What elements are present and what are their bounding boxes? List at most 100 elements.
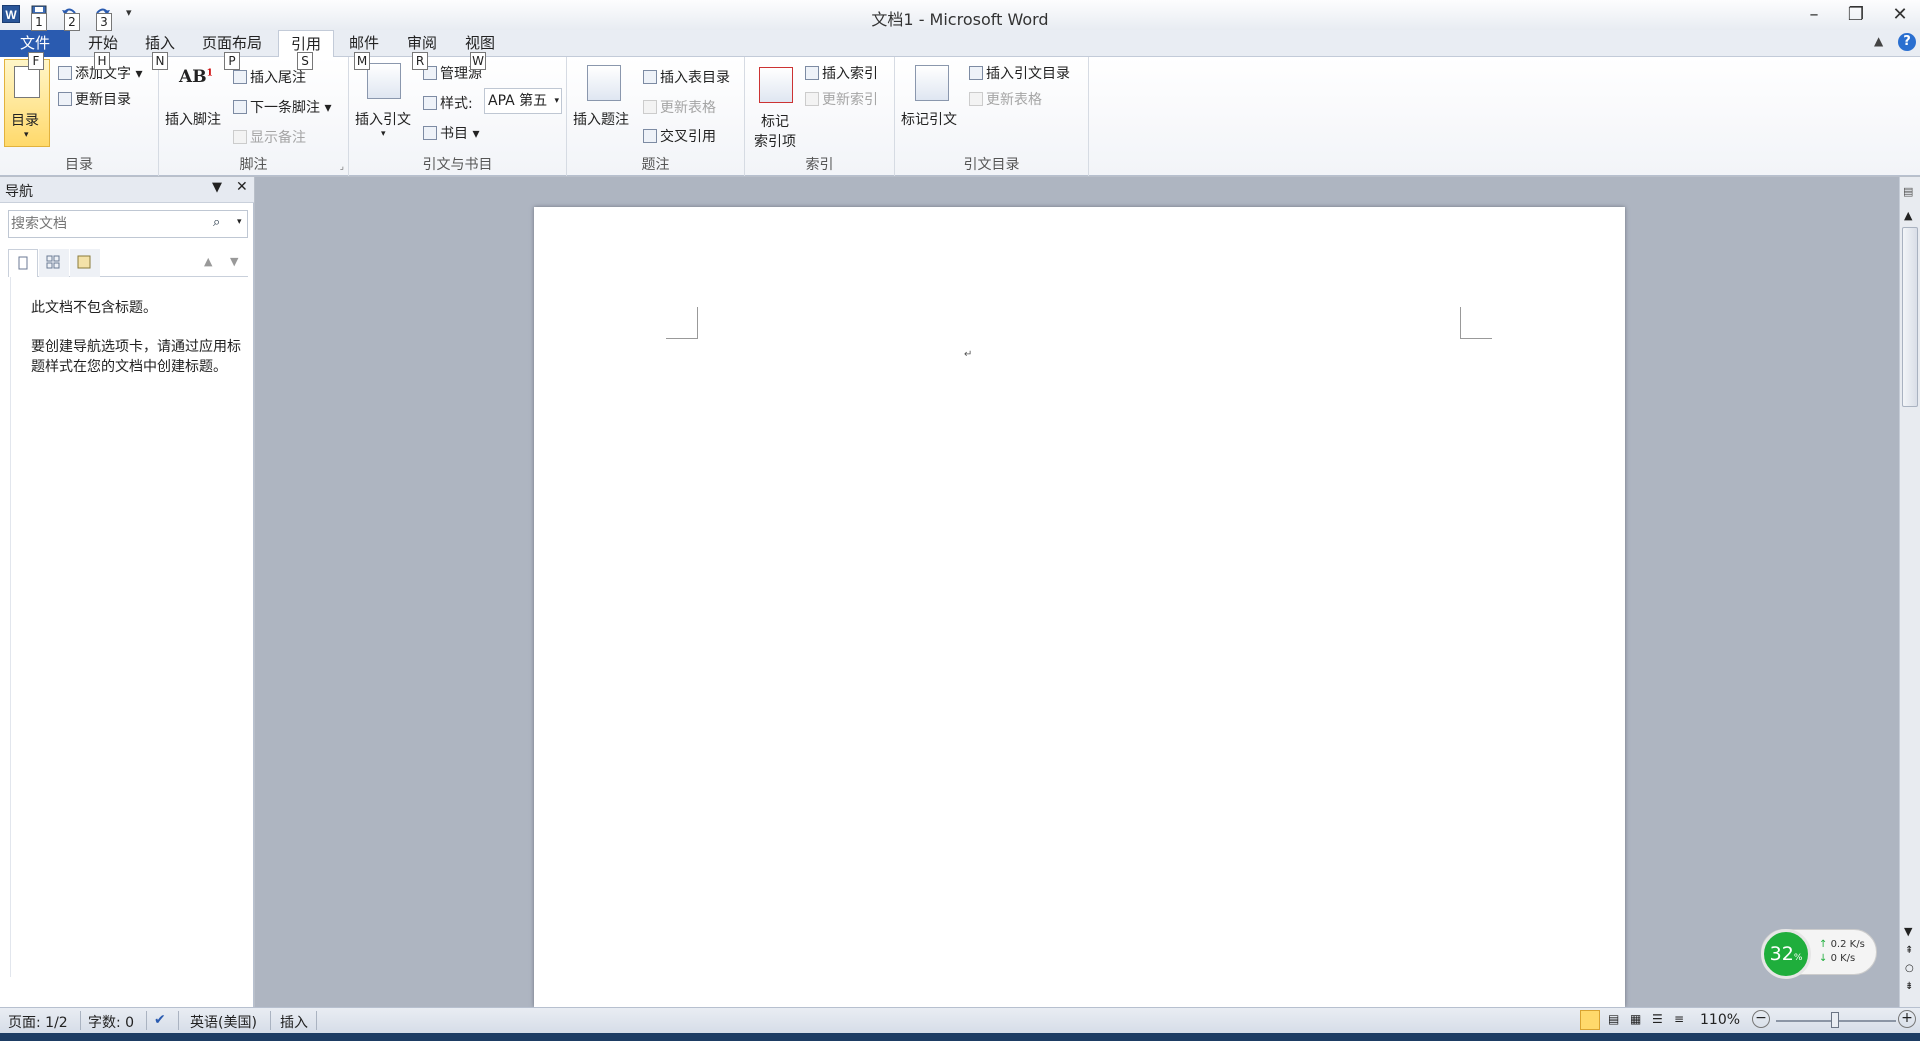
mark-citation-button[interactable]: 标记引文 xyxy=(899,61,965,141)
status-bar: 页面: 1/2 字数: 0 ✔ 英语(美国) 插入 ▤ ▦ ☰ ≡ 110% −… xyxy=(0,1007,1920,1033)
proofing-icon[interactable]: ✔ xyxy=(154,1012,166,1028)
scroll-up-icon[interactable]: ▲ xyxy=(1904,209,1912,222)
network-speed-widget[interactable]: 32% ↑ 0.2 K/s ↓ 0 K/s xyxy=(1761,929,1877,979)
insert-caption-label: 插入题注 xyxy=(573,112,629,128)
footnote-dialog-launcher-icon[interactable]: ⌟ xyxy=(340,162,344,172)
style-icon xyxy=(423,96,437,110)
insert-citation-button[interactable]: 插入引文 ▾ xyxy=(353,61,415,145)
results-view-tab[interactable] xyxy=(70,249,100,277)
close-icon[interactable]: ✕ xyxy=(1882,2,1918,28)
insert-citation-dropdown-icon: ▾ xyxy=(381,129,386,139)
insert-citation-icon xyxy=(367,63,401,99)
bibliography-button[interactable]: 书目 ▾ xyxy=(423,123,479,143)
toc-button[interactable]: 目录 ▾ xyxy=(4,59,50,147)
update-index-icon xyxy=(805,92,819,106)
keytip-references: S xyxy=(297,52,313,70)
cross-reference-button[interactable]: 交叉引用 xyxy=(643,126,716,146)
full-screen-reading-icon[interactable]: ▤ xyxy=(1608,1012,1619,1026)
previous-heading-icon[interactable]: ▲ xyxy=(204,255,212,268)
search-document-input[interactable] xyxy=(11,212,211,236)
next-heading-icon[interactable]: ▼ xyxy=(230,255,238,268)
update-toc-button[interactable]: 更新目录 xyxy=(58,89,131,109)
show-notes-label: 显示备注 xyxy=(250,130,306,146)
group-footnotes-label: 脚注 xyxy=(239,157,268,173)
help-icon[interactable]: ? xyxy=(1898,33,1916,51)
zoom-level[interactable]: 110% xyxy=(1700,1012,1740,1028)
scroll-down-icon[interactable]: ▼ xyxy=(1904,925,1912,938)
word-count[interactable]: 字数: 0 xyxy=(88,1012,134,1032)
scroll-thumb[interactable] xyxy=(1902,227,1918,407)
insert-index-icon xyxy=(805,66,819,80)
draft-view-icon[interactable]: ≡ xyxy=(1674,1012,1684,1026)
toc-label: 目录 xyxy=(11,113,39,129)
zoom-slider-thumb[interactable] xyxy=(1831,1012,1839,1028)
update-toa-icon xyxy=(969,92,983,106)
update-index-label: 更新索引 xyxy=(822,92,878,108)
insert-mode-status[interactable]: 插入 xyxy=(280,1012,308,1032)
insert-index-label: 插入索引 xyxy=(822,66,878,82)
ruler-toggle-icon[interactable]: ▤ xyxy=(1903,185,1913,198)
group-footnotes: AB1 插入脚注 插入尾注 下一条脚注 ▾ 显示备注 脚注 ⌟ xyxy=(159,57,349,176)
search-document-field[interactable]: ⌕ ▾ xyxy=(8,210,248,238)
status-separator xyxy=(178,1011,179,1030)
insert-table-of-figures-label: 插入表目录 xyxy=(660,70,730,86)
upload-arrow-icon: ↑ xyxy=(1819,939,1831,950)
toc-icon xyxy=(14,66,40,98)
group-index: 标记 索引项 插入索引 更新索引 索引 xyxy=(745,57,895,176)
zoom-out-icon[interactable]: − xyxy=(1752,1010,1770,1028)
restore-icon[interactable]: ❐ xyxy=(1838,2,1874,28)
keytip-1: 1 xyxy=(31,13,47,31)
web-layout-icon[interactable]: ▦ xyxy=(1630,1012,1641,1026)
pane-menu-icon[interactable]: ▼ xyxy=(212,180,222,195)
update-toa-button[interactable]: 更新表格 xyxy=(969,89,1042,109)
document-page[interactable]: ↵ xyxy=(534,207,1625,1007)
create-headings-hint: 要创建导航选项卡，请通过应用标题样式在您的文档中创建标题。 xyxy=(31,339,241,375)
status-separator xyxy=(146,1011,147,1030)
language-status[interactable]: 英语(美国) xyxy=(190,1012,257,1032)
next-footnote-icon xyxy=(233,100,247,114)
vertical-scrollbar[interactable]: ▤ ▲ ▼ ⇞ ○ ⇟ xyxy=(1899,177,1920,1007)
insert-footnote-button[interactable]: AB1 插入脚注 xyxy=(165,61,225,141)
mark-entry-icon xyxy=(759,67,793,103)
browse-object-icon[interactable]: ○ xyxy=(1905,963,1914,974)
insert-endnote-button[interactable]: 插入尾注 xyxy=(233,67,306,87)
search-icon[interactable]: ⌕ xyxy=(213,215,220,230)
previous-page-icon[interactable]: ⇞ xyxy=(1905,945,1913,956)
insert-index-button[interactable]: 插入索引 xyxy=(805,63,878,83)
outline-view-icon[interactable]: ☰ xyxy=(1652,1012,1663,1026)
insert-caption-button[interactable]: 插入题注 xyxy=(571,61,637,141)
update-toc-label: 更新目录 xyxy=(75,92,131,108)
next-footnote-button[interactable]: 下一条脚注 ▾ xyxy=(233,97,331,117)
pages-view-tab[interactable] xyxy=(39,249,69,277)
ribbon-tab-bar: 文件 开始 插入 页面布局 引用 邮件 审阅 视图 F H N P S M R … xyxy=(0,30,1920,70)
navigation-pane-header: 导航 ▼ ✕ xyxy=(0,177,254,203)
insert-toa-label: 插入引文目录 xyxy=(986,66,1070,82)
headings-view-tab[interactable] xyxy=(8,249,38,277)
download-arrow-icon: ↓ xyxy=(1819,953,1831,964)
mark-entry-button[interactable]: 标记 索引项 xyxy=(749,61,801,155)
zoom-in-icon[interactable]: + xyxy=(1898,1010,1916,1028)
next-footnote-label: 下一条脚注 xyxy=(250,100,320,116)
show-notes-button[interactable]: 显示备注 xyxy=(233,127,306,147)
cross-reference-icon xyxy=(643,129,657,143)
ribbon-collapse-icon[interactable]: ▲ xyxy=(1874,34,1883,48)
ribbon: 目录 ▾ 添加文字 ▾ 更新目录 目录 AB1 插入脚注 插入尾注 下一条脚注 … xyxy=(0,57,1920,176)
page-count[interactable]: 页面: 1/2 xyxy=(8,1012,68,1032)
next-page-icon[interactable]: ⇟ xyxy=(1905,981,1913,992)
pane-close-icon[interactable]: ✕ xyxy=(236,179,248,195)
keytip-mailings: M xyxy=(354,52,370,70)
print-layout-view-icon[interactable] xyxy=(1580,1010,1600,1030)
update-index-button[interactable]: 更新索引 xyxy=(805,89,878,109)
net-percent-sign: % xyxy=(1793,953,1803,963)
toc-dropdown-icon: ▾ xyxy=(24,130,29,140)
update-table-button[interactable]: 更新表格 xyxy=(643,97,716,117)
insert-table-of-figures-button[interactable]: 插入表目录 xyxy=(643,67,730,87)
minimize-icon[interactable]: – xyxy=(1796,2,1832,28)
search-dropdown-icon[interactable]: ▾ xyxy=(237,217,242,227)
update-table-label: 更新表格 xyxy=(660,100,716,116)
keytip-2: 2 xyxy=(64,13,80,31)
style-select[interactable]: APA 第五 ▾ xyxy=(484,88,562,114)
style-label: 样式: xyxy=(423,93,473,113)
insert-toa-button[interactable]: 插入引文目录 xyxy=(969,63,1070,83)
update-toc-icon xyxy=(58,92,72,106)
